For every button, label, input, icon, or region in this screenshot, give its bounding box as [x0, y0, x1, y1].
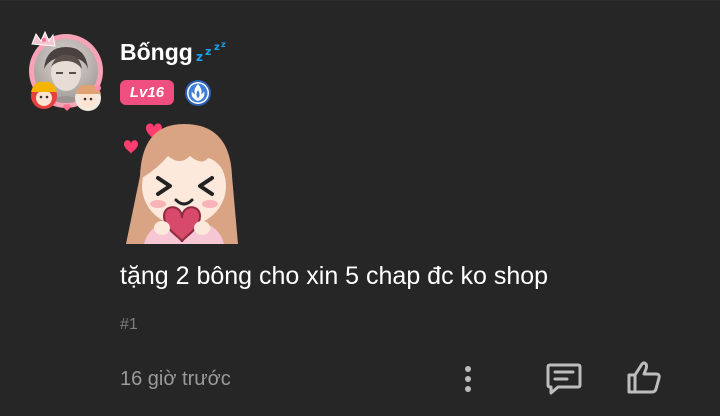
svg-text:z: z: [221, 41, 226, 49]
comment-index: #1: [120, 316, 138, 333]
sticker-image: [124, 123, 238, 244]
thumbs-up-icon: [627, 361, 661, 394]
avatar[interactable]: [24, 26, 112, 114]
svg-text:z: z: [196, 50, 203, 63]
username-text: Bốngg: [120, 39, 193, 65]
zzz-sleep-icon: z z z z: [196, 41, 226, 63]
rank-badge-icon: [185, 80, 211, 106]
more-options-button[interactable]: [452, 362, 484, 396]
reply-message-icon: [546, 363, 582, 395]
svg-text:z: z: [205, 45, 211, 58]
username[interactable]: Bốngg z z z z: [120, 38, 229, 66]
more-vertical-icon: [465, 366, 471, 392]
svg-text:z: z: [214, 42, 220, 53]
comment-text: tặng 2 bông cho xin 5 chap đc ko shop: [120, 262, 549, 290]
reply-button[interactable]: [544, 360, 584, 398]
avatar-frame-decoration: [31, 30, 101, 111]
comment-item: Bốngg z z z z Lv16 tặng 2 bông cho xin 5…: [0, 0, 720, 416]
like-button[interactable]: [624, 358, 664, 398]
level-badge: Lv16: [120, 80, 174, 105]
timestamp: 16 giờ trước: [120, 368, 231, 390]
